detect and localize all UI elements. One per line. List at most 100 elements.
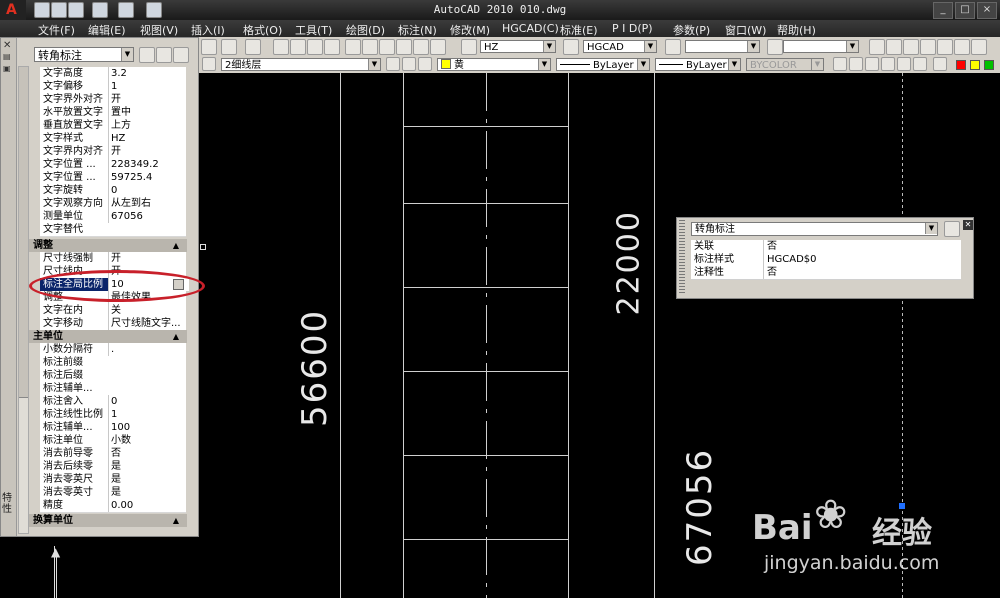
linetype-select[interactable]: ByLayer ▼	[556, 58, 650, 71]
view-front-icon[interactable]	[833, 57, 847, 71]
property-value[interactable]: 否	[763, 266, 957, 279]
property-row[interactable]: 标注单位 小数	[40, 434, 186, 448]
section-header[interactable]: 调整 ▲	[29, 239, 187, 252]
undo-tool-icon[interactable]	[221, 39, 237, 55]
property-row[interactable]: 文字高度 3.2	[40, 67, 186, 81]
menu-insert[interactable]: 插入(I)	[191, 22, 225, 38]
property-row[interactable]: 文字在内 关	[40, 304, 186, 318]
quick-select-icon[interactable]	[944, 221, 960, 237]
layer-previous-icon[interactable]	[402, 57, 416, 71]
property-row[interactable]: 标注辅单...	[40, 382, 186, 396]
property-row[interactable]: 消去零英寸 是	[40, 486, 186, 500]
property-row[interactable]: 文字界内对齐开	[40, 145, 186, 159]
menu-help[interactable]: 帮助(H)	[777, 22, 816, 38]
layer-select[interactable]: 2细线层 ▼	[221, 58, 381, 71]
zoom-previous-icon[interactable]	[324, 39, 340, 55]
property-value[interactable]: 否	[763, 240, 957, 253]
property-row[interactable]: 文字界外对齐开	[40, 93, 186, 107]
zoom-window-icon[interactable]	[307, 39, 323, 55]
palette-menu-icon[interactable]: ▣	[3, 64, 11, 73]
property-row[interactable]: 标注辅单... 100	[40, 421, 186, 435]
property-row[interactable]: 文字旋转 0	[40, 184, 186, 198]
property-row[interactable]: 消去后续零 是	[40, 460, 186, 474]
view-iso-icon[interactable]	[881, 57, 895, 71]
snap-midpoint-icon[interactable]	[886, 39, 902, 55]
property-value[interactable]: 尺寸线随文字...	[108, 317, 189, 330]
property-value[interactable]: 否	[108, 447, 189, 460]
property-row[interactable]: 垂直放置文字 上方	[40, 119, 186, 133]
lineweight-select[interactable]: ByLayer ▼	[655, 58, 741, 71]
color-red-icon[interactable]	[956, 60, 966, 70]
select-objects-icon[interactable]	[156, 47, 172, 63]
dim-style-select[interactable]: HGCAD ▼	[583, 40, 657, 53]
palette-title-strip[interactable]: ✕ ▤ ▣ 特性	[1, 38, 17, 536]
property-value[interactable]: HZ	[108, 132, 189, 145]
view-bottom-icon[interactable]	[933, 57, 947, 71]
paste-icon[interactable]	[201, 39, 217, 55]
property-row[interactable]: 标注线性比例 1	[40, 408, 186, 422]
markup-icon[interactable]	[413, 39, 429, 55]
calculator-icon[interactable]	[430, 39, 446, 55]
property-value[interactable]: 1	[108, 408, 189, 421]
property-value[interactable]: 67056	[108, 210, 189, 223]
menu-window[interactable]: 窗口(W)	[725, 22, 766, 38]
drag-handle[interactable]	[679, 220, 685, 294]
menu-standard[interactable]: 标准(E)	[560, 22, 598, 38]
snap-tangent-icon[interactable]	[954, 39, 970, 55]
menu-params[interactable]: 参数(P)	[673, 22, 710, 38]
collapse-icon[interactable]: ▲	[173, 514, 179, 527]
property-row[interactable]: 消去零英尺 是	[40, 473, 186, 487]
text-style-select[interactable]: HZ ▼	[480, 40, 556, 53]
menu-draw[interactable]: 绘图(D)	[346, 22, 385, 38]
property-row[interactable]: 文字位置 ... 59725.4	[40, 171, 186, 185]
section-header[interactable]: 主单位 ▲	[29, 330, 187, 343]
sheet-set-icon[interactable]	[396, 39, 412, 55]
text-style-icon[interactable]	[461, 39, 477, 55]
view-top-icon[interactable]	[849, 57, 863, 71]
menu-view[interactable]: 视图(V)	[140, 22, 178, 38]
property-value[interactable]: 开	[108, 93, 189, 106]
property-row[interactable]: 文字位置 ... 228349.2	[40, 158, 186, 172]
quick-select-icon[interactable]	[173, 47, 189, 63]
property-row[interactable]: 测量单位 67056	[40, 210, 186, 224]
menu-format[interactable]: 格式(O)	[243, 22, 282, 38]
property-value[interactable]: 上方	[108, 119, 189, 132]
property-value[interactable]: 0.00	[108, 499, 189, 512]
property-value[interactable]: 是	[108, 473, 189, 486]
property-row[interactable]: 文字替代	[40, 223, 186, 237]
menu-hgcad[interactable]: HGCAD(C)	[502, 22, 559, 35]
menu-modify[interactable]: 修改(M)	[450, 22, 490, 38]
property-row[interactable]: 尺寸线强制 开	[40, 252, 186, 266]
snap-endpoint-icon[interactable]	[869, 39, 885, 55]
close-button[interactable]: ×	[977, 2, 997, 19]
property-value[interactable]: 1	[108, 80, 189, 93]
property-row[interactable]: 标注舍入 0	[40, 395, 186, 409]
property-value[interactable]: 是	[108, 486, 189, 499]
snap-perpendicular-icon[interactable]	[971, 39, 987, 55]
menu-pid[interactable]: P I D(P)	[612, 22, 653, 35]
quick-property-row[interactable]: 关联 否	[691, 240, 961, 254]
property-row[interactable]: 精度 0.00	[40, 499, 186, 513]
maximize-button[interactable]: □	[955, 2, 975, 19]
menu-dimension[interactable]: 标注(N)	[398, 22, 437, 38]
property-row[interactable]: 标注前缀	[40, 356, 186, 370]
property-value[interactable]: .	[108, 343, 189, 356]
minimize-button[interactable]: _	[933, 2, 953, 19]
property-value[interactable]: 开	[108, 145, 189, 158]
layer-manager-icon[interactable]	[418, 57, 432, 71]
property-value[interactable]: 59725.4	[108, 171, 189, 184]
redo-tool-icon[interactable]	[245, 39, 261, 55]
property-row[interactable]: 水平放置文字 置中	[40, 106, 186, 120]
view-side-icon[interactable]	[865, 57, 879, 71]
palette-scrollbar[interactable]	[18, 66, 29, 534]
collapse-icon[interactable]: ▲	[173, 239, 179, 252]
object-type-select[interactable]: 转角标注 ▼	[34, 47, 134, 62]
view-back-icon[interactable]	[897, 57, 911, 71]
quick-property-row[interactable]: 标注样式 HGCAD$0	[691, 253, 961, 267]
view-left-icon[interactable]	[913, 57, 927, 71]
quick-property-row[interactable]: 注释性 否	[691, 266, 961, 280]
design-center-icon[interactable]	[362, 39, 378, 55]
quick-close-icon[interactable]: ✕	[963, 220, 973, 230]
pickadd-icon[interactable]	[139, 47, 155, 63]
property-row[interactable]: 小数分隔符.	[40, 343, 186, 357]
